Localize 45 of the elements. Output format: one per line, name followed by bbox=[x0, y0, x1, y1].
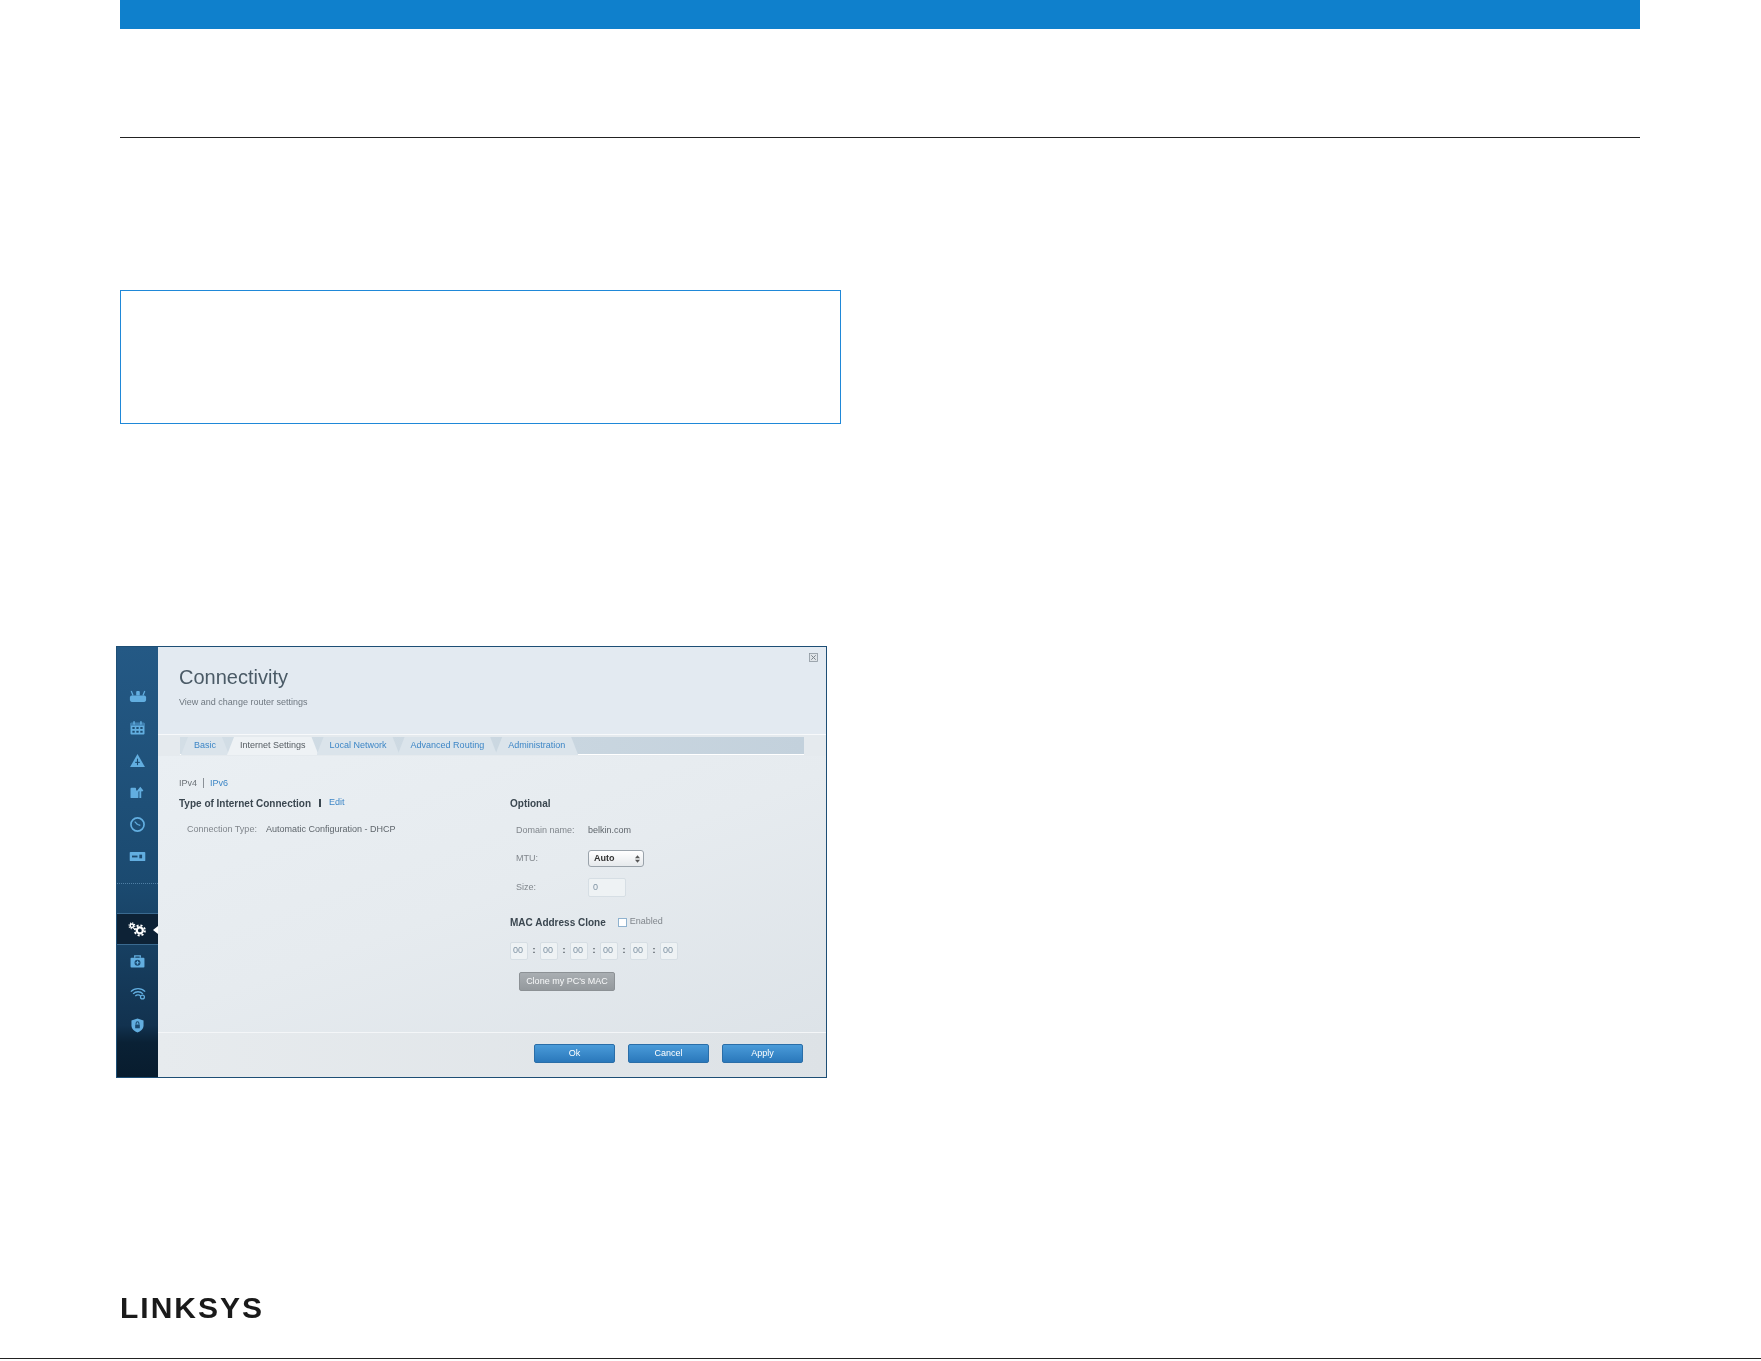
field-label: Connection Type: bbox=[187, 823, 258, 837]
tab[interactable]: Administration bbox=[495, 737, 579, 755]
tab[interactable]: Basic bbox=[181, 737, 229, 755]
page-subtitle: View and change router settings bbox=[179, 697, 309, 708]
case-plus-icon bbox=[130, 954, 145, 968]
shield-lock-icon bbox=[131, 1017, 144, 1033]
dialog-button[interactable]: Ok bbox=[534, 1044, 615, 1063]
storage-icon bbox=[129, 850, 146, 862]
edit-link[interactable]: Edit bbox=[329, 796, 345, 810]
clock-icon bbox=[130, 816, 145, 832]
devices-arrow-icon bbox=[130, 785, 145, 799]
ip-version-tab[interactable]: IPv4 bbox=[179, 777, 197, 789]
field-value: Automatic Configuration - DHCP bbox=[266, 823, 396, 837]
calendar-icon bbox=[130, 721, 145, 735]
section-heading: Type of Internet Connection bbox=[179, 796, 312, 811]
field-value: belkin.com bbox=[588, 824, 632, 838]
company-logo: LINKSYS bbox=[120, 1293, 265, 1323]
section-heading: Optional bbox=[510, 797, 552, 810]
field-label: Domain name: bbox=[516, 824, 576, 838]
page-title: Connectivity bbox=[179, 665, 289, 689]
colon-separator: : bbox=[621, 944, 627, 958]
field-label: Size: bbox=[516, 880, 537, 894]
dialog-button[interactable]: Cancel bbox=[628, 1044, 709, 1063]
field-label: MTU: bbox=[516, 851, 539, 865]
sidebar-button[interactable] bbox=[117, 913, 158, 945]
dialog-button[interactable]: Apply bbox=[722, 1044, 803, 1063]
tab[interactable]: Advanced Routing bbox=[397, 737, 498, 755]
tab[interactable]: Local Network bbox=[316, 737, 400, 755]
colon-separator: : bbox=[651, 944, 657, 958]
wifi-icon bbox=[129, 986, 146, 1000]
router-icon bbox=[128, 689, 147, 703]
mtu-select[interactable]: Auto bbox=[588, 850, 644, 867]
ip-version-tab[interactable]: IPv6 bbox=[210, 777, 229, 789]
close-icon[interactable] bbox=[809, 653, 818, 662]
triangle-icon bbox=[130, 753, 145, 767]
tab[interactable]: Internet Settings bbox=[227, 737, 319, 755]
colon-separator: : bbox=[591, 944, 597, 958]
section-heading: MAC Address Clone bbox=[510, 915, 606, 930]
checkbox[interactable] bbox=[617, 917, 627, 927]
settings-icon bbox=[128, 921, 147, 937]
pointer-icon bbox=[153, 926, 158, 934]
up-down-arrows-icon bbox=[635, 854, 640, 863]
colon-separator: : bbox=[531, 944, 537, 958]
colon-separator: : bbox=[561, 944, 567, 958]
checkbox-label: Enabled bbox=[629, 915, 663, 929]
